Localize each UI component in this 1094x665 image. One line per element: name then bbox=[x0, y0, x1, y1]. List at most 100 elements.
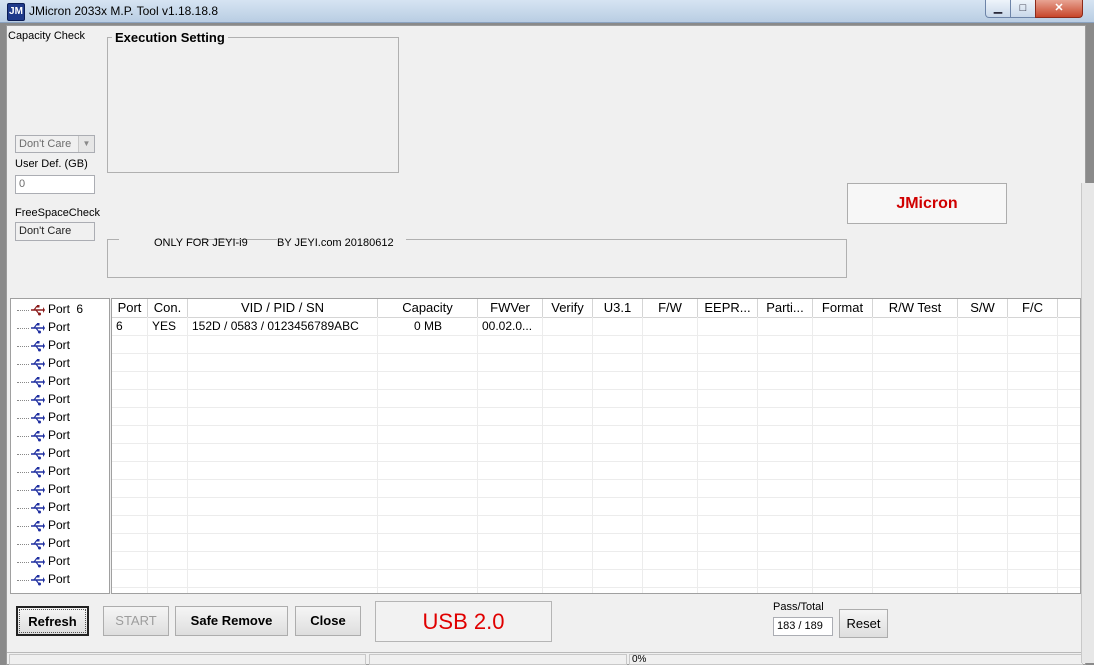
usb-icon bbox=[31, 322, 45, 334]
tree-item-label: Port bbox=[48, 428, 71, 442]
tree-item-label: Port bbox=[48, 356, 71, 370]
tree-connector bbox=[17, 571, 29, 581]
grid-row-divider bbox=[112, 443, 1080, 444]
tree-item-label: Port bbox=[48, 500, 71, 514]
grid-row-divider bbox=[112, 335, 1080, 336]
close-window-button[interactable]: ✕ bbox=[1035, 0, 1083, 18]
tree-item-label: Port bbox=[48, 536, 71, 550]
tree-connector bbox=[17, 463, 29, 473]
close-button[interactable]: Close bbox=[295, 606, 361, 636]
grid-column-header[interactable]: VID / PID / SN bbox=[188, 299, 378, 317]
tree-connector bbox=[17, 355, 29, 365]
tree-item-label: Port bbox=[48, 392, 71, 406]
tree-connector bbox=[17, 517, 29, 527]
tree-item-port[interactable]: Port bbox=[17, 462, 70, 480]
grid-column-header[interactable]: Capacity bbox=[378, 299, 478, 317]
usb-icon bbox=[31, 376, 45, 388]
grid-column-header[interactable]: Con. bbox=[148, 299, 188, 317]
grid-header: Port Con. VID / PID / SN Capacity FWVer Verif… bbox=[112, 299, 1080, 318]
tree-connector bbox=[17, 481, 29, 491]
maximize-button[interactable]: □ bbox=[1010, 0, 1036, 18]
device-grid[interactable]: Port Con. VID / PID / SN Capacity FWVer Verif… bbox=[111, 298, 1081, 594]
tree-item-port[interactable]: Port bbox=[17, 408, 70, 426]
tree-connector bbox=[17, 445, 29, 455]
grid-column-header[interactable]: Format bbox=[813, 299, 873, 317]
tree-item-port-number: 6 bbox=[76, 302, 84, 316]
jmicron-button[interactable]: JMicron bbox=[847, 183, 1007, 224]
tree-item-label: Port bbox=[48, 464, 71, 478]
execution-setting-group bbox=[107, 37, 399, 173]
tree-item-port[interactable]: Port bbox=[17, 354, 70, 372]
main-window: Capacity Check Don't Care ▼ User Def. (G… bbox=[6, 25, 1086, 665]
tree-connector bbox=[17, 319, 29, 329]
grid-row-divider bbox=[112, 371, 1080, 372]
grid-column-header[interactable]: Parti... bbox=[758, 299, 813, 317]
tree-item-port[interactable]: Port bbox=[17, 390, 70, 408]
tree-connector bbox=[17, 337, 29, 347]
grid-column-header[interactable]: EEPR... bbox=[698, 299, 758, 317]
tree-connector bbox=[17, 499, 29, 509]
usb-icon bbox=[31, 574, 45, 586]
freespace-check-label: FreeSpaceCheck bbox=[15, 207, 100, 219]
grid-column-header[interactable]: U3.1 bbox=[593, 299, 643, 317]
grid-row-divider bbox=[112, 497, 1080, 498]
tree-item-port[interactable]: Port bbox=[17, 318, 70, 336]
usb-icon bbox=[31, 538, 45, 550]
tree-item-label: Port bbox=[48, 338, 71, 352]
grid-column-header[interactable]: R/W Test bbox=[873, 299, 958, 317]
tree-item-port[interactable]: Port bbox=[17, 444, 70, 462]
tree-item-port[interactable]: Port bbox=[17, 336, 70, 354]
grid-cell: 00.02.0... bbox=[482, 319, 533, 333]
user-def-input[interactable]: 0 bbox=[15, 175, 95, 194]
usb-icon bbox=[31, 412, 45, 424]
grid-column-header[interactable]: Port bbox=[112, 299, 148, 317]
tree-item-port[interactable]: Port bbox=[17, 372, 70, 390]
grid-row-divider bbox=[112, 587, 1080, 588]
tree-item-label: Port bbox=[48, 374, 71, 388]
grid-column-header[interactable]: FWVer bbox=[478, 299, 543, 317]
tree-item-port[interactable]: Port bbox=[17, 570, 70, 588]
tree-connector bbox=[17, 553, 29, 563]
refresh-button[interactable]: Refresh bbox=[16, 606, 89, 636]
tree-item-port[interactable]: Port 6 bbox=[17, 300, 83, 318]
tree-item-port[interactable]: Port bbox=[17, 480, 70, 498]
progress-text: 0% bbox=[629, 654, 1083, 665]
grid-row-divider bbox=[112, 551, 1080, 552]
start-button[interactable]: START bbox=[103, 606, 169, 636]
pass-total-label: Pass/Total bbox=[773, 601, 824, 613]
tree-item-label: Port bbox=[48, 446, 71, 460]
minimize-button[interactable]: ▁ bbox=[985, 0, 1011, 18]
reset-button[interactable]: Reset bbox=[839, 609, 888, 638]
tree-item-label: Port bbox=[48, 518, 71, 532]
tree-item-label: Port bbox=[48, 482, 71, 496]
tree-item-label: Port bbox=[48, 572, 71, 586]
chevron-down-icon[interactable]: ▼ bbox=[78, 136, 94, 152]
user-def-label: User Def. (GB) bbox=[15, 158, 88, 170]
execution-setting-title: Execution Setting bbox=[112, 30, 228, 45]
usb-icon bbox=[31, 394, 45, 406]
grid-cell: YES bbox=[152, 319, 177, 333]
usb-icon bbox=[31, 520, 45, 532]
capacity-mode-select[interactable]: Don't Care ▼ bbox=[15, 135, 95, 153]
grid-row-divider bbox=[112, 407, 1080, 408]
tree-item-port[interactable]: Port bbox=[17, 534, 70, 552]
grid-column-header[interactable]: F/W bbox=[643, 299, 698, 317]
side-scrollbar[interactable] bbox=[1081, 183, 1094, 663]
tree-item-port[interactable]: Port bbox=[17, 552, 70, 570]
safe-remove-button[interactable]: Safe Remove bbox=[175, 606, 288, 636]
tree-item-port[interactable]: Port bbox=[17, 426, 70, 444]
tree-item-port[interactable]: Port bbox=[17, 516, 70, 534]
tree-connector bbox=[17, 391, 29, 401]
tree-connector bbox=[17, 427, 29, 437]
capacity-mode-value: Don't Care bbox=[19, 138, 72, 150]
tree-item-port[interactable]: Port bbox=[17, 498, 70, 516]
tree-connector bbox=[17, 373, 29, 383]
info-text-left: ONLY FOR JEYI-i9 bbox=[154, 237, 248, 249]
tree-item-label: Port bbox=[48, 554, 71, 568]
port-tree[interactable]: Port 6 Port Port Port Port Port Port Port Port Po… bbox=[10, 298, 110, 594]
grid-column-header[interactable]: S/W bbox=[958, 299, 1008, 317]
capacity-check-label: Capacity Check bbox=[8, 30, 86, 42]
grid-column-header[interactable]: Verify bbox=[543, 299, 593, 317]
grid-column-header[interactable]: F/C bbox=[1008, 299, 1058, 317]
grid-cell: 0 MB bbox=[413, 319, 442, 333]
